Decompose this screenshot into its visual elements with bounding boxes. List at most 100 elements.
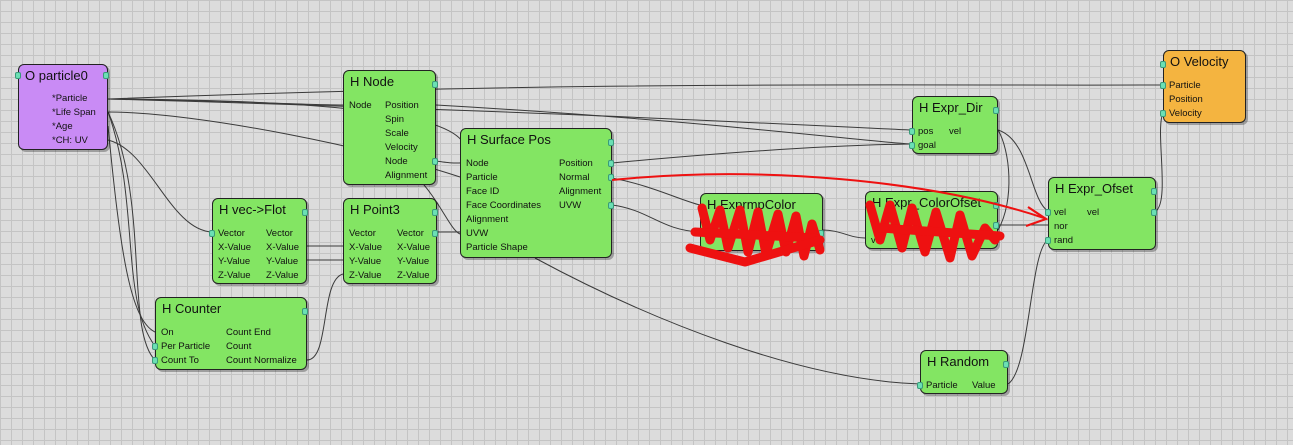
output-port[interactable] (608, 174, 614, 181)
input-port[interactable] (1160, 82, 1166, 89)
output-vector: Vector (266, 228, 293, 239)
particle0-title: O particle0 (25, 68, 88, 83)
random-node[interactable]: H Random Particle Value (917, 350, 1009, 394)
color-ofset-node[interactable]: H Expr_ColorOfset vel vel (865, 191, 999, 249)
output-port[interactable] (1003, 361, 1009, 368)
output-port[interactable] (1151, 188, 1157, 195)
input-port[interactable] (152, 343, 158, 350)
wire (107, 139, 213, 233)
output-port[interactable] (818, 230, 824, 237)
input-vel: vel (1054, 207, 1067, 218)
output-count-end: Count End (226, 327, 271, 338)
output-count: Count (226, 341, 252, 352)
output-port[interactable] (608, 202, 614, 209)
output-port[interactable] (608, 139, 614, 146)
input-on: On (161, 327, 174, 338)
input-vector: Vector (349, 228, 376, 239)
input-vel: vel (871, 221, 884, 232)
expr-ofset-title: H Expr_Ofset (1055, 181, 1134, 196)
input-particle: Particle (926, 380, 958, 391)
input-port[interactable] (1160, 61, 1166, 68)
output-port[interactable] (608, 160, 614, 167)
input-port[interactable] (909, 142, 915, 149)
output-age: *Age (52, 121, 73, 132)
input-port[interactable] (209, 230, 215, 237)
input-port[interactable] (152, 357, 158, 364)
input-z-value: Z-Value (349, 270, 382, 281)
wire (306, 273, 344, 361)
wire (1007, 239, 1049, 385)
input-y-value: Y-Value (349, 256, 382, 267)
wire (997, 129, 1049, 212)
input-particle: Particle (1169, 80, 1201, 91)
node-title: H Node (350, 74, 395, 89)
output-port[interactable] (302, 209, 308, 216)
input-vector: Vector (218, 228, 245, 239)
output-x-value: X-Value (397, 242, 431, 253)
wire (107, 111, 156, 361)
output-y-value: Y-Value (266, 256, 299, 267)
output-port[interactable] (302, 308, 308, 315)
input-port[interactable] (1045, 209, 1051, 216)
output-position: Position (385, 100, 419, 111)
wire (107, 111, 156, 347)
input-port[interactable] (917, 382, 923, 389)
wire (997, 129, 1010, 231)
counter-title: H Counter (162, 301, 222, 316)
output-port[interactable] (993, 222, 999, 229)
velocity-title: O Velocity (1170, 54, 1229, 69)
output-spin: Spin (385, 114, 405, 125)
output-x-value: X-Value (266, 242, 300, 253)
input-count-to: Count To (161, 355, 199, 366)
output-port[interactable] (993, 107, 999, 114)
wire (822, 229, 866, 239)
input-rand: rand (1054, 235, 1074, 246)
output-partial-label: Po (781, 237, 793, 248)
wire (1155, 112, 1164, 212)
output-port[interactable] (993, 202, 999, 209)
input-vel-2: vel (871, 235, 884, 246)
input-particle-shape: Particle Shape (466, 242, 528, 253)
input-goal: goal (918, 140, 936, 151)
output-count-normalize: Count Normalize (226, 355, 297, 366)
wire (107, 125, 156, 333)
velocity-node[interactable]: O Velocity Particle Position Velocity (1160, 50, 1246, 123)
input-port[interactable] (1045, 237, 1051, 244)
output-port[interactable] (432, 158, 438, 165)
input-z-value: Z-Value (218, 270, 251, 281)
node-node[interactable]: H Node Node Position Spin Scale Velocity… (343, 70, 438, 185)
particle0-node[interactable]: O particle0 *Particle *Life Span *Age *C… (15, 64, 109, 150)
output-port[interactable] (103, 72, 109, 79)
input-face-id: Face ID (466, 186, 500, 197)
output-node: Node (385, 156, 408, 167)
output-port[interactable] (432, 209, 438, 216)
output-port[interactable] (432, 230, 438, 237)
wire (435, 160, 461, 164)
expr-ofset-node[interactable]: H Expr_Ofset vel nor rand vel (1045, 177, 1157, 250)
input-port[interactable] (909, 128, 915, 135)
output-alignment: Alignment (385, 170, 428, 181)
output-life-span: *Life Span (52, 107, 96, 118)
expr-dir-node[interactable]: H Expr_Dir pos goal vel (909, 96, 999, 154)
output-value: Value (972, 380, 996, 391)
output-alignment: Alignment (559, 186, 602, 197)
surface-pos-node[interactable]: H Surface Pos Node Particle Face ID Face… (460, 128, 614, 258)
output-port[interactable] (432, 81, 438, 88)
output-particle: *Particle (52, 93, 88, 104)
input-pos: pos (918, 126, 934, 137)
input-node: Node (349, 100, 372, 111)
counter-node[interactable]: H Counter On Per Particle Count To Count… (152, 297, 308, 370)
surface-pos-title: H Surface Pos (467, 132, 551, 147)
input-port[interactable] (15, 72, 21, 79)
input-port[interactable] (1160, 110, 1166, 117)
vec-flot-node[interactable]: H vec->Flot Vector X-Value Y-Value Z-Val… (209, 198, 308, 284)
output-port[interactable] (1151, 209, 1157, 216)
input-x-value: X-Value (349, 242, 383, 253)
point3-node[interactable]: H Point3 Vector X-Value Y-Value Z-Value … (343, 198, 438, 284)
output-normal: Normal (559, 172, 590, 183)
output-ch-uv: *CH: UV (52, 135, 88, 146)
wire (107, 98, 911, 131)
random-title: H Random (927, 354, 990, 369)
expr-color-node[interactable]: H ExprmpColor Po (700, 193, 824, 251)
input-x-value: X-Value (218, 242, 252, 253)
